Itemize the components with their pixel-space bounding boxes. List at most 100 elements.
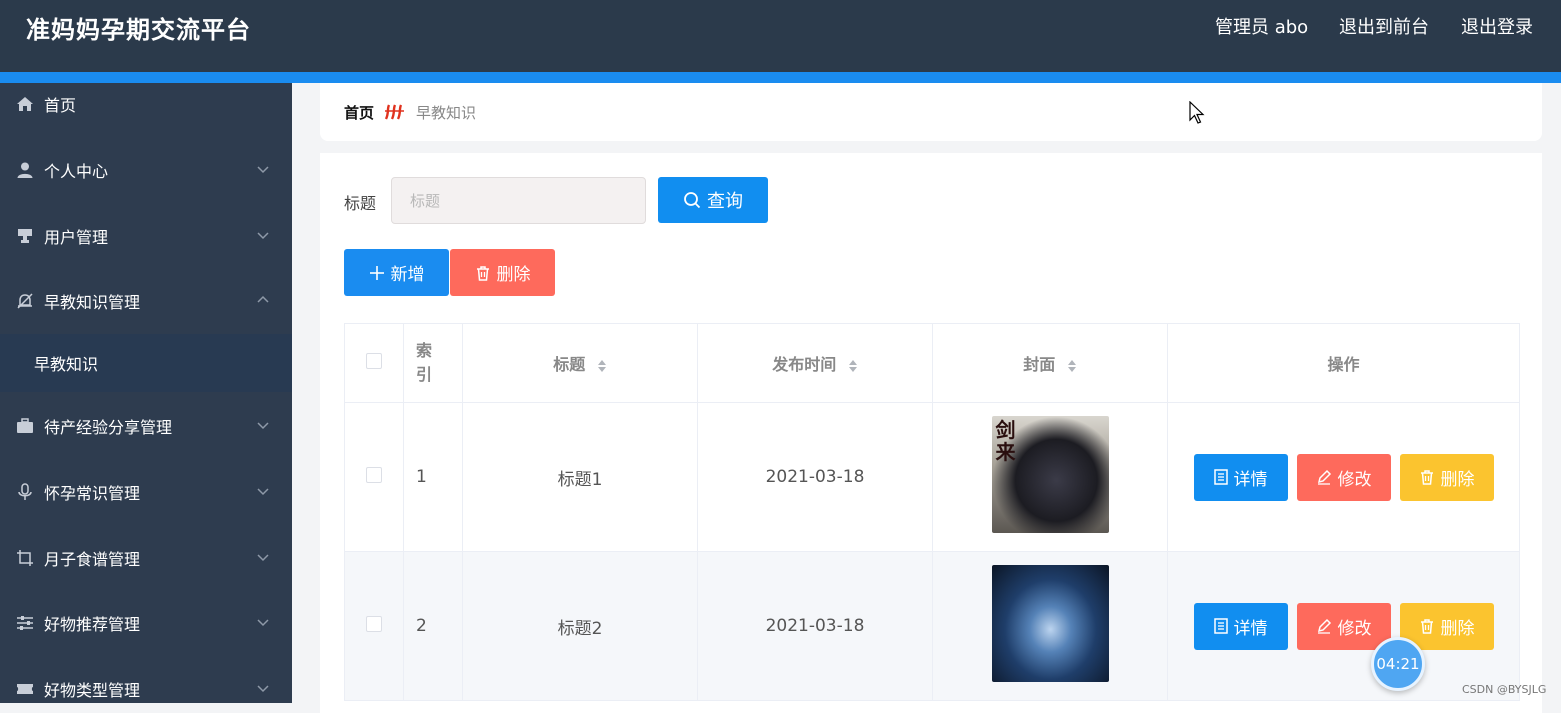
row-select-cell	[344, 551, 404, 701]
table-row: 1 标题1 2021-03-18 剑来 详情 修改 删除	[344, 402, 1520, 552]
sidebar-item-label: 早教知识管理	[44, 293, 141, 312]
title-search-input[interactable]	[391, 177, 646, 224]
batch-delete-button-label: 删除	[496, 265, 531, 285]
sidebar-item-label: 好物类型管理	[44, 681, 141, 700]
chevron-down-icon	[257, 166, 269, 174]
chevron-down-icon	[257, 232, 269, 240]
sidebar-item-label: 用户管理	[44, 228, 109, 247]
sidebar-item-users[interactable]: 用户管理	[0, 216, 292, 256]
exit-to-front-link[interactable]: 退出到前台	[1339, 13, 1429, 39]
detail-button[interactable]: 详情	[1193, 453, 1288, 501]
select-all-cell	[344, 323, 404, 403]
sidebar-item-item-types[interactable]: 好物类型管理	[0, 669, 292, 703]
chevron-down-icon	[257, 619, 269, 627]
data-table: 索引 标题 发布时间 封面 操作 1 标题1 2021-03-18 剑来 详情 …	[344, 323, 1520, 701]
top-header: 准妈妈孕期交流平台 管理员 abo 退出到前台 退出登录	[0, 0, 1561, 72]
batch-delete-button[interactable]: 删除	[450, 249, 555, 296]
bell-off-icon	[16, 292, 34, 310]
sort-icon[interactable]	[597, 359, 607, 373]
sidebar-item-home[interactable]: 首页	[0, 84, 292, 124]
header-accent-bar	[0, 72, 1561, 83]
edit-button[interactable]: 修改	[1296, 602, 1391, 650]
add-button-label: 新增	[390, 265, 425, 285]
briefcase-icon	[16, 417, 34, 435]
trash-icon	[476, 265, 489, 281]
column-header-title[interactable]: 标题	[462, 323, 698, 403]
home-icon	[16, 95, 34, 113]
sidebar-item-label: 怀孕常识管理	[44, 484, 141, 503]
sidebar-item-postpartum-recipes[interactable]: 月子食谱管理	[0, 538, 292, 578]
detail-button[interactable]: 详情	[1193, 602, 1288, 650]
admin-user-link[interactable]: 管理员 abo	[1215, 13, 1308, 39]
sidebar-item-personal[interactable]: 个人中心	[0, 150, 292, 190]
chevron-down-icon	[257, 488, 269, 496]
row-title: 标题1	[462, 402, 698, 552]
breadcrumb-current: 早教知识	[416, 103, 477, 122]
document-icon	[1213, 618, 1228, 634]
sliders-icon	[16, 614, 34, 632]
sidebar-subitem-label: 早教知识	[34, 355, 99, 374]
sidebar-subitem-early-edu[interactable]: 早教知识	[0, 334, 292, 392]
sidebar-item-label: 个人中心	[44, 162, 109, 181]
sidebar-item-early-edu-mgmt[interactable]: 早教知识管理	[0, 281, 292, 321]
select-all-checkbox[interactable]	[366, 353, 382, 369]
cover-image[interactable]	[991, 565, 1109, 682]
pencil-icon	[1317, 469, 1331, 485]
row-checkbox[interactable]	[366, 615, 382, 632]
user-icon	[16, 161, 34, 179]
row-cover-cell: 剑来	[932, 402, 1168, 552]
row-date: 2021-03-18	[697, 551, 933, 701]
logout-link[interactable]: 退出登录	[1461, 13, 1533, 39]
column-header-date[interactable]: 发布时间	[697, 323, 933, 403]
row-index: 2	[403, 551, 463, 701]
crop-icon	[16, 549, 34, 567]
breadcrumb-separator-icon	[384, 104, 405, 120]
chevron-down-icon	[257, 554, 269, 562]
column-header-ops: 操作	[1167, 323, 1520, 403]
ticket-icon	[16, 680, 34, 698]
breadcrumb-home[interactable]: 首页	[344, 102, 374, 123]
row-checkbox[interactable]	[366, 466, 382, 483]
table-row: 2 标题2 2021-03-18 详情 修改 删除	[344, 551, 1520, 701]
sidebar: 首页 个人中心 用户管理 早教知识管理 早教知识 待产经验分享管理 怀孕常识管理…	[0, 83, 292, 703]
sidebar-item-label: 待产经验分享管理	[44, 418, 173, 437]
cover-image[interactable]: 剑来	[991, 416, 1109, 533]
cover-image-title: 剑来	[995, 418, 1016, 464]
content-card: 标题 查询 新增 删除 索引 标题 发布时间	[320, 153, 1542, 713]
chevron-down-icon	[257, 685, 269, 693]
breadcrumb: 首页 早教知识	[320, 83, 1542, 141]
row-ops-cell: 详情 修改 删除	[1167, 551, 1520, 701]
mouse-cursor-icon	[1189, 101, 1205, 124]
app-title: 准妈妈孕期交流平台	[26, 16, 251, 44]
sidebar-item-label: 月子食谱管理	[44, 550, 141, 569]
chevron-down-icon	[257, 422, 269, 430]
sidebar-item-birth-experience[interactable]: 待产经验分享管理	[0, 406, 292, 446]
trash-icon	[1420, 470, 1433, 485]
watermark: CSDN @BYSJLG	[1462, 683, 1547, 696]
row-select-cell	[344, 402, 404, 552]
stamp-icon	[16, 227, 34, 245]
microphone-icon	[16, 483, 34, 501]
edit-button[interactable]: 修改	[1296, 453, 1391, 501]
sidebar-item-label: 首页	[44, 96, 77, 115]
sidebar-item-label: 好物推荐管理	[44, 615, 141, 634]
query-button[interactable]: 查询	[658, 177, 768, 223]
column-header-index: 索引	[403, 323, 463, 403]
add-button[interactable]: 新增	[344, 249, 449, 296]
row-date: 2021-03-18	[697, 402, 933, 552]
delete-button[interactable]: 删除	[1399, 453, 1494, 501]
sort-icon[interactable]	[1067, 359, 1077, 373]
row-ops-cell: 详情 修改 删除	[1167, 402, 1520, 552]
sidebar-item-pregnancy-knowledge[interactable]: 怀孕常识管理	[0, 472, 292, 512]
recording-timer-badge[interactable]: 04:21	[1371, 637, 1425, 691]
sort-icon[interactable]	[848, 359, 858, 373]
query-button-label: 查询	[707, 191, 743, 212]
search-label: 标题	[344, 194, 377, 213]
document-icon	[1213, 469, 1228, 485]
row-title: 标题2	[462, 551, 698, 701]
plus-icon	[369, 265, 384, 280]
column-header-cover[interactable]: 封面	[932, 323, 1168, 403]
sidebar-item-recommendations[interactable]: 好物推荐管理	[0, 603, 292, 643]
chevron-up-icon	[257, 295, 269, 303]
search-icon	[684, 192, 701, 209]
